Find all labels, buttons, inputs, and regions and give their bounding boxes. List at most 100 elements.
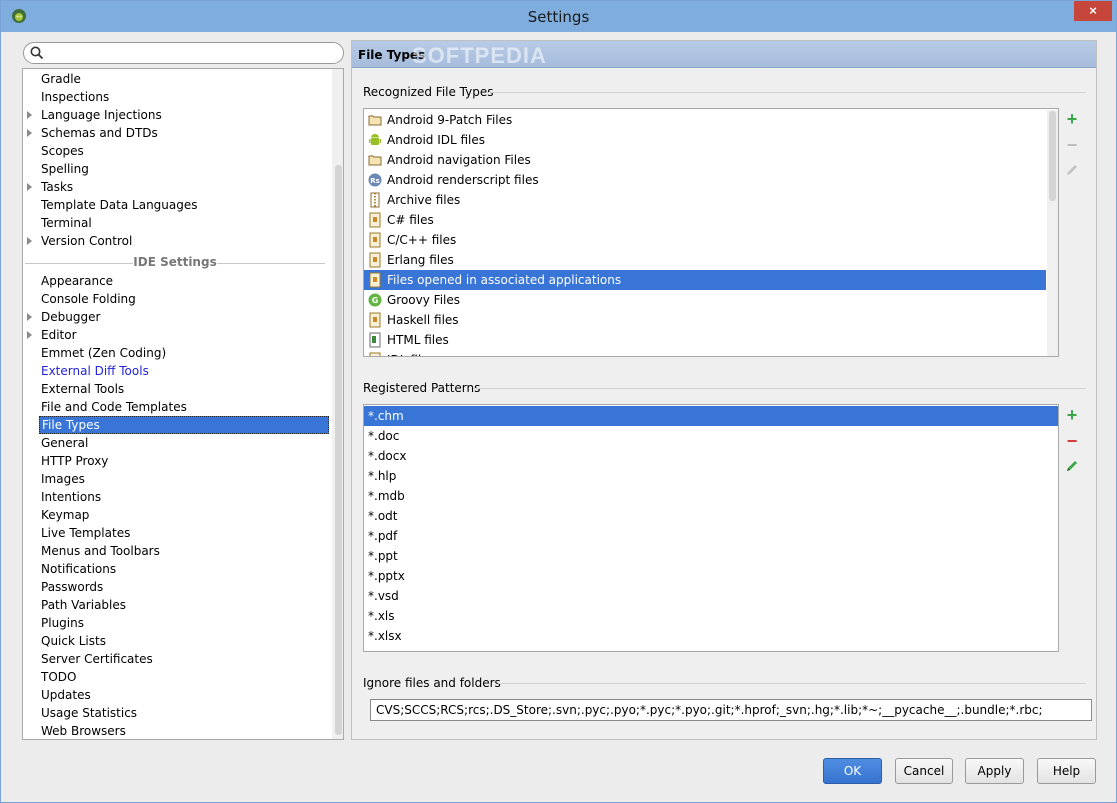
pattern-row[interactable]: *.hlp: [364, 466, 1058, 486]
sidebar-item[interactable]: Usage Statistics: [39, 704, 139, 722]
sidebar-item[interactable]: Server Certificates: [39, 650, 155, 668]
pattern-row[interactable]: *.docx: [364, 446, 1058, 466]
file-type-row[interactable]: Android navigation Files: [364, 150, 1046, 170]
sidebar-item[interactable]: Keymap: [39, 506, 91, 524]
ok-button[interactable]: OK: [823, 758, 882, 784]
sidebar-item[interactable]: Console Folding: [39, 290, 138, 308]
pattern-row[interactable]: *.mdb: [364, 486, 1058, 506]
sidebar-item[interactable]: Spelling: [39, 160, 91, 178]
file-types-scrollbar[interactable]: [1047, 110, 1058, 356]
sidebar-item[interactable]: Gradle: [39, 70, 83, 88]
sidebar-item[interactable]: Debugger: [39, 308, 102, 326]
file-type-row[interactable]: Android IDL files: [364, 130, 1046, 150]
file-type-row[interactable]: Archive files: [364, 190, 1046, 210]
expand-arrow-icon[interactable]: [27, 331, 32, 339]
patterns-list[interactable]: *.chm *.doc *.docx *.hlp *.mdb *.odt *.pdf *.pp…: [363, 404, 1059, 652]
file-types-scrollbar-thumb[interactable]: [1049, 111, 1056, 201]
sidebar-item[interactable]: External Diff Tools: [39, 362, 151, 380]
file-type-row[interactable]: Rs Android renderscript files: [364, 170, 1046, 190]
file-type-row[interactable]: Android 9-Patch Files: [364, 110, 1046, 130]
sidebar-item[interactable]: Menus and Toolbars: [39, 542, 162, 560]
file-type-row[interactable]: IDL files: [364, 350, 1046, 356]
sidebar-item[interactable]: General: [39, 434, 90, 452]
sidebar-item[interactable]: Intentions: [39, 488, 103, 506]
expand-arrow-icon[interactable]: [27, 111, 32, 119]
cancel-button[interactable]: Cancel: [895, 758, 953, 784]
pattern-row[interactable]: *.vsd: [364, 586, 1058, 606]
expand-arrow-icon[interactable]: [27, 183, 32, 191]
expand-arrow-icon[interactable]: [27, 237, 32, 245]
sidebar-item[interactable]: Template Data Languages: [39, 196, 200, 214]
file-type-row[interactable]: Files opened in associated applications: [364, 270, 1046, 290]
pattern-row[interactable]: *.pdf: [364, 526, 1058, 546]
remove-file-type-button[interactable]: −: [1063, 136, 1081, 154]
close-button[interactable]: ×: [1074, 1, 1112, 21]
edit-pattern-button[interactable]: [1063, 458, 1081, 476]
pattern-row[interactable]: *.chm: [364, 406, 1058, 426]
sidebar-item[interactable]: File Types: [39, 416, 329, 434]
file-type-row[interactable]: C/C++ files: [364, 230, 1046, 250]
sidebar-item[interactable]: Web Browsers: [39, 722, 128, 739]
ignore-files-input[interactable]: CVS;SCCS;RCS;rcs;.DS_Store;.svn;.pyc;.py…: [370, 699, 1092, 721]
renderscript-icon: Rs: [368, 173, 382, 187]
file-type-row[interactable]: G Groovy Files: [364, 290, 1046, 310]
settings-tree[interactable]: IDE Settings Gradle Inspections Language I…: [22, 68, 344, 740]
settings-window: Settings × IDE Settings Gradle Inspection…: [0, 0, 1117, 803]
sidebar-item[interactable]: Inspections: [39, 88, 111, 106]
android-icon: [369, 134, 381, 145]
expand-arrow-icon[interactable]: [27, 313, 32, 321]
sidebar-item[interactable]: Images: [39, 470, 87, 488]
sidebar-item[interactable]: File and Code Templates: [39, 398, 189, 416]
file-types-list[interactable]: IDL files HTML files Haskell files G Groovy …: [363, 108, 1059, 357]
pattern-row[interactable]: *.ppt: [364, 546, 1058, 566]
sidebar-item[interactable]: Appearance: [39, 272, 115, 290]
folder-icon: [368, 115, 382, 126]
file-type-row[interactable]: Erlang files: [364, 250, 1046, 270]
sidebar-item[interactable]: External Tools: [39, 380, 126, 398]
search-field[interactable]: [23, 42, 344, 64]
add-pattern-button[interactable]: +: [1063, 406, 1081, 424]
sidebar-item[interactable]: Notifications: [39, 560, 118, 578]
file-type-label: HTML files: [387, 333, 449, 347]
pattern-label: *.vsd: [368, 589, 399, 603]
sidebar-item[interactable]: HTTP Proxy: [39, 452, 110, 470]
file-type-row[interactable]: Haskell files: [364, 310, 1046, 330]
sidebar-item[interactable]: Path Variables: [39, 596, 128, 614]
pattern-row[interactable]: *.doc: [364, 426, 1058, 446]
sidebar-item[interactable]: Scopes: [39, 142, 86, 160]
apply-button[interactable]: Apply: [965, 758, 1024, 784]
sidebar-item[interactable]: Live Templates: [39, 524, 132, 542]
plus-icon: +: [1066, 109, 1078, 129]
pattern-label: *.chm: [368, 409, 404, 423]
title-bar[interactable]: Settings ×: [1, 1, 1116, 32]
expand-arrow-icon[interactable]: [27, 129, 32, 137]
pattern-row[interactable]: *.xlsx: [364, 626, 1058, 646]
file-type-row[interactable]: HTML files: [364, 330, 1046, 350]
add-file-type-button[interactable]: +: [1063, 110, 1081, 128]
tree-scrollbar[interactable]: [332, 69, 343, 739]
sidebar-item[interactable]: Plugins: [39, 614, 86, 632]
pattern-row[interactable]: *.pptx: [364, 566, 1058, 586]
close-icon: ×: [1089, 3, 1097, 18]
tree-scrollbar-thumb[interactable]: [335, 165, 342, 735]
file-type-row[interactable]: C# files: [364, 210, 1046, 230]
sidebar-item[interactable]: Language Injections: [39, 106, 164, 124]
sidebar-item[interactable]: Version Control: [39, 232, 134, 250]
edit-file-type-button[interactable]: [1063, 162, 1081, 180]
file-types-panel: File Types SOFTPEDIA Recognized File Typ…: [351, 40, 1097, 740]
help-button[interactable]: Help: [1037, 758, 1096, 784]
sidebar-item[interactable]: Updates: [39, 686, 93, 704]
sidebar-item[interactable]: Schemas and DTDs: [39, 124, 160, 142]
sidebar-item[interactable]: Quick Lists: [39, 632, 108, 650]
sidebar-item[interactable]: Editor: [39, 326, 79, 344]
pencil-icon: [1067, 461, 1077, 471]
sidebar-item[interactable]: Passwords: [39, 578, 105, 596]
pattern-row[interactable]: *.odt: [364, 506, 1058, 526]
sidebar-item[interactable]: TODO: [39, 668, 78, 686]
remove-pattern-button[interactable]: −: [1063, 432, 1081, 450]
sidebar-item[interactable]: Terminal: [39, 214, 94, 232]
dialog-body: IDE Settings Gradle Inspections Language I…: [8, 32, 1109, 796]
sidebar-item[interactable]: Tasks: [39, 178, 75, 196]
pattern-row[interactable]: *.xls: [364, 606, 1058, 626]
sidebar-item[interactable]: Emmet (Zen Coding): [39, 344, 168, 362]
